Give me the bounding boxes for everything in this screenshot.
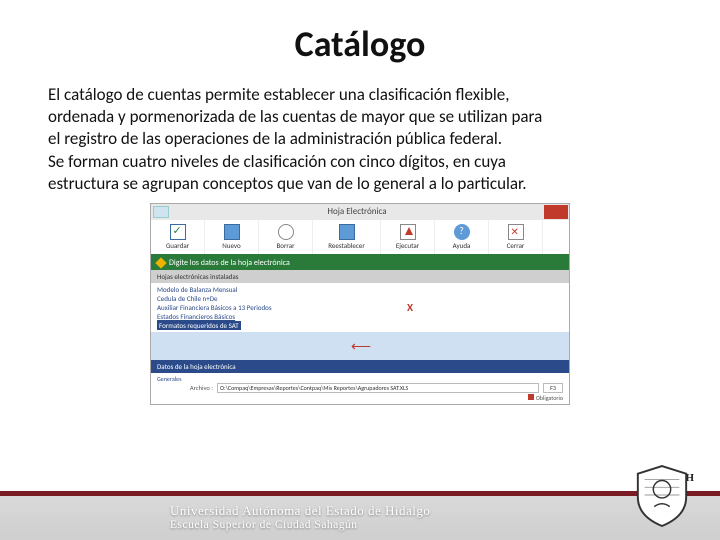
list-item[interactable]: Auxiliar Financiera Básicos a 13 Periodo…: [157, 303, 563, 312]
toolbar-ayuda[interactable]: ?Ayuda: [435, 220, 489, 254]
required-legend: Obligatorio: [157, 394, 563, 402]
window-title: Hoja Electrónica: [171, 206, 543, 217]
toolbar-ejecutar[interactable]: Ejecutar: [381, 220, 435, 254]
section-header: Hojas electrónicas instaladas: [151, 270, 569, 283]
detail-header: Datos de la hoja electrónica: [151, 360, 569, 373]
footer-bar: Universidad Autónoma del Estado de Hidal…: [0, 496, 720, 540]
run-icon: [400, 224, 416, 240]
slide-title: Catálogo: [0, 22, 720, 66]
paragraph-2: Se forman cuatro niveles de clasificació…: [48, 151, 552, 195]
university-name: Universidad Autónoma del Estado de Hidal…: [170, 504, 430, 532]
close-icon[interactable]: [544, 205, 568, 219]
new-icon: [224, 224, 240, 240]
prompt-text: Digite los datos de la hoja electrónica: [169, 258, 290, 268]
reset-icon: [339, 224, 355, 240]
diamond-icon: [155, 257, 166, 268]
toolbar-nuevo[interactable]: Nuevo: [205, 220, 259, 254]
paragraph-1: El catálogo de cuentas permite establece…: [48, 84, 552, 149]
toolbar-cerrar[interactable]: Cerrar: [489, 220, 543, 254]
check-icon: [170, 224, 186, 240]
archivo-path[interactable]: O:\Compaq\Empresas\Reportes\Contpaq\Mis …: [217, 383, 539, 393]
detail-subheader: Generales: [157, 375, 563, 383]
prompt-row: Digite los datos de la hoja electrónica: [151, 256, 569, 270]
delete-icon: [278, 224, 294, 240]
list-pad: ⟵: [151, 332, 569, 360]
required-icon: [528, 394, 534, 400]
list-item[interactable]: Modelo de Balanza Mensual: [157, 285, 563, 294]
slide: Catálogo El catálogo de cuentas permite …: [0, 0, 720, 540]
footer-line-2: Escuela Superior de Ciudad Sahagún: [170, 519, 430, 532]
body-text: El catálogo de cuentas permite establece…: [0, 66, 600, 195]
list-item[interactable]: Cedula de Chile n+De: [157, 294, 563, 303]
detail-pane: Generales Archivo : O:\Compaq\Empresas\R…: [151, 373, 569, 404]
toolbar: Guardar Nuevo Borrar Reestablecer Ejecut…: [151, 220, 569, 256]
archivo-label: Archivo :: [157, 384, 213, 392]
toolbar-borrar[interactable]: Borrar: [259, 220, 313, 254]
toolbar-reestablecer[interactable]: Reestablecer: [313, 220, 381, 254]
list-item-selected[interactable]: Formatos requeridos de SAT: [157, 321, 241, 330]
f3-button[interactable]: F3: [543, 383, 563, 393]
embedded-window: Hoja Electrónica Guardar Nuevo Borrar Re…: [150, 203, 570, 405]
titlebar: Hoja Electrónica: [151, 204, 569, 220]
footer: Universidad Autónoma del Estado de Hidal…: [0, 491, 720, 540]
sheet-list[interactable]: Modelo de Balanza Mensual Cedula de Chil…: [151, 283, 569, 332]
shield-icon: [633, 464, 691, 528]
arrow-icon: ⟵: [351, 338, 371, 355]
help-icon: ?: [454, 224, 470, 240]
list-item[interactable]: Estados Financieros Básicos: [157, 312, 563, 321]
window-icon: [153, 206, 169, 218]
toolbar-guardar[interactable]: Guardar: [151, 220, 205, 254]
close-btn-icon: [508, 224, 524, 240]
university-logo: UAEH: [622, 464, 702, 534]
footer-line-1: Universidad Autónoma del Estado de Hidal…: [170, 504, 430, 519]
